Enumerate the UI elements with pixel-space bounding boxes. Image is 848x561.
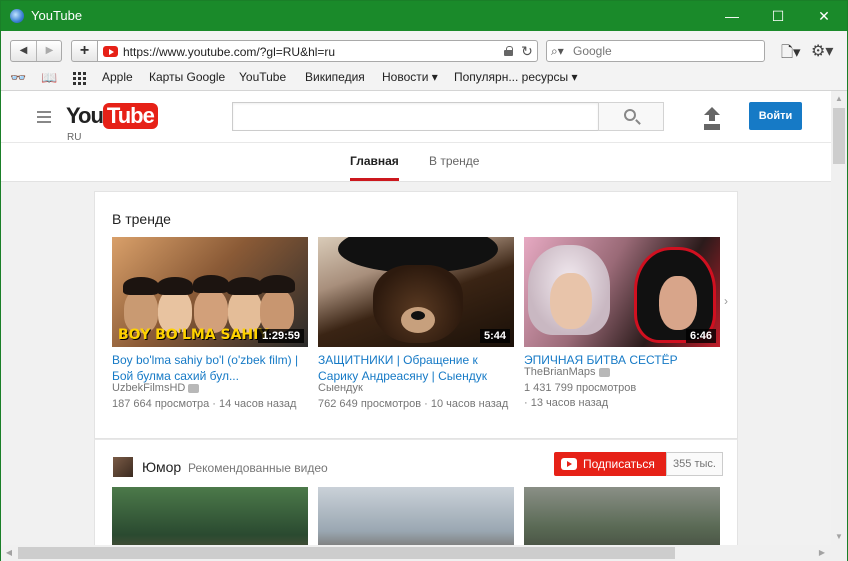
thumbnail-banner: BOY BO'LMA SAHIY [118, 327, 269, 343]
channel-name[interactable]: Сыендук [318, 382, 363, 394]
youtube-tabs: Главная В тренде [1, 143, 831, 182]
search-engine-icon[interactable]: ⌕▾ [551, 44, 564, 59]
video-thumbnail[interactable] [112, 487, 308, 545]
scroll-left-arrow[interactable]: ◀ [1, 545, 17, 561]
forward-button[interactable]: ▶ [37, 41, 62, 61]
upload-icon[interactable] [704, 107, 720, 125]
channel-name[interactable]: UzbekFilmsHD [112, 382, 185, 394]
maximize-button[interactable]: ☐ [755, 1, 801, 31]
shelf-next-arrow[interactable]: › [724, 294, 728, 308]
video-meta: 187 664 просмотра · 14 часов назад [112, 398, 297, 410]
youtube-header: You Tube RU Войти [1, 91, 831, 143]
thumbnail-image [528, 245, 610, 335]
reload-icon[interactable]: ↻ [519, 43, 535, 59]
add-bookmark-button[interactable]: + [71, 40, 97, 62]
title-bar: YouTube — ☐ ✕ [1, 1, 847, 31]
view-count: 187 664 просмотра [112, 398, 210, 410]
url-text[interactable]: https://www.youtube.com/?gl=RU&hl=ru [123, 45, 335, 59]
verified-icon [188, 383, 200, 393]
address-bar[interactable]: https://www.youtube.com/?gl=RU&hl=ru ↻ [97, 40, 538, 62]
tab-home[interactable]: Главная [350, 154, 399, 168]
subscriber-count: 355 тыс. [666, 452, 723, 476]
youtube-logo[interactable]: You Tube [66, 103, 158, 129]
upload-age: 10 часов назад [430, 398, 509, 410]
menu-icon[interactable] [37, 111, 51, 123]
shelf-title[interactable]: Юмор [142, 459, 181, 475]
logo-tube-text: Tube [102, 103, 158, 129]
video-title-link[interactable]: ЗАЩИТНИКИ | Обращение к Сарику Андреасян… [318, 352, 514, 384]
video-thumbnail[interactable]: 6:46 [524, 237, 720, 347]
video-title-link[interactable]: Boy bo'lma sahiy bo'l (o'zbek film) | Бо… [112, 352, 308, 384]
scroll-down-arrow[interactable]: ▼ [831, 529, 847, 545]
apps-grid-icon[interactable] [73, 72, 86, 85]
window-title: YouTube [31, 8, 83, 23]
book-icon[interactable]: 📖 [41, 70, 57, 86]
video-meta: 762 649 просмотров · 10 часов назад [318, 398, 509, 410]
view-count: 762 649 просмотров [318, 398, 422, 410]
tab-trending[interactable]: В тренде [429, 154, 479, 168]
video-duration: 5:44 [479, 329, 510, 343]
gear-icon[interactable]: ⚙▾ [811, 41, 839, 61]
youtube-search-button[interactable] [598, 102, 664, 131]
channel-name[interactable]: TheBrianMaps [524, 366, 596, 378]
search-box[interactable]: ⌕▾ [546, 40, 765, 62]
search-input[interactable] [573, 43, 758, 59]
video-meta: 1 431 799 просмотров · 13 часов назад [524, 382, 637, 409]
scrollbar-corner [831, 545, 847, 561]
search-icon [624, 109, 636, 121]
logo-you-text: You [66, 103, 104, 128]
verified-icon [598, 367, 610, 377]
video-thumbnail[interactable] [318, 487, 514, 545]
shelf-subtitle: Рекомендованные видео [188, 461, 328, 475]
vertical-scroll-thumb[interactable] [833, 108, 845, 164]
vertical-scrollbar[interactable]: ▲ ▼ [831, 91, 847, 545]
video-channel[interactable]: TheBrianMaps [524, 366, 610, 378]
close-button[interactable]: ✕ [801, 1, 847, 31]
subscribe-button[interactable]: Подписаться [554, 452, 666, 476]
page-menu-icon[interactable]: 🗋▾ [781, 42, 805, 62]
bookmark-news-folder[interactable]: Новости ▾ [382, 70, 438, 84]
shelf-title[interactable]: В тренде [112, 211, 171, 227]
channel-avatar[interactable] [113, 457, 133, 477]
view-count: 1 431 799 просмотров [524, 382, 637, 394]
video-thumbnail[interactable]: 5:44 [318, 237, 514, 347]
active-tab-indicator [350, 178, 399, 181]
upload-age: 14 часов назад [219, 398, 297, 410]
video-channel[interactable]: Сыендук [318, 382, 363, 394]
youtube-search-input[interactable] [232, 102, 599, 131]
reading-glasses-icon[interactable]: 👓 [10, 70, 26, 86]
back-button[interactable]: ◀ [11, 41, 36, 61]
browser-window: YouTube — ☐ ✕ ◀ ▶ + https://www.youtube.… [0, 0, 848, 561]
subscribe-label: Подписаться [583, 457, 655, 471]
sign-in-button[interactable]: Войти [749, 102, 802, 130]
thumbnail-image [123, 263, 295, 333]
bookmark-apple[interactable]: Apple [102, 70, 133, 84]
video-channel[interactable]: UzbekFilmsHD [112, 382, 200, 394]
horizontal-scroll-thumb[interactable] [18, 547, 675, 559]
scroll-up-arrow[interactable]: ▲ [831, 91, 847, 107]
bookmark-youtube[interactable]: YouTube [239, 70, 286, 84]
video-thumbnail[interactable] [524, 487, 720, 545]
globe-icon [10, 9, 24, 23]
lock-icon[interactable] [504, 46, 513, 56]
bookmark-wikipedia[interactable]: Википедия [305, 70, 365, 84]
video-duration: 6:46 [685, 329, 716, 343]
nav-group: ◀ ▶ [10, 40, 62, 62]
bookmarks-bar: 👓 📖 Apple Карты Google YouTube Википедия… [1, 65, 847, 91]
youtube-favicon-icon [103, 46, 118, 57]
humor-shelf: Юмор Рекомендованные видео Подписаться 3… [94, 439, 738, 545]
browser-toolbar: ◀ ▶ + https://www.youtube.com/?gl=RU&hl=… [1, 31, 847, 65]
trending-shelf: В тренде BOY BO'LMA SAHIY 1:29:59 Boy bo… [94, 191, 738, 439]
upload-age: 13 часов назад [530, 397, 609, 409]
scroll-right-arrow[interactable]: ▶ [814, 545, 830, 561]
bookmark-google-maps[interactable]: Карты Google [149, 70, 225, 84]
bookmark-popular-folder[interactable]: Популярн... ресурсы ▾ [454, 70, 578, 84]
horizontal-scrollbar[interactable]: ◀ ▶ [1, 545, 831, 561]
video-duration: 1:29:59 [258, 329, 304, 343]
youtube-play-icon [561, 458, 577, 470]
page-viewport: You Tube RU Войти Главная В тренде В трен… [1, 91, 831, 545]
video-thumbnail[interactable]: BOY BO'LMA SAHIY 1:29:59 [112, 237, 308, 347]
region-label: RU [67, 132, 82, 143]
minimize-button[interactable]: — [709, 1, 755, 31]
